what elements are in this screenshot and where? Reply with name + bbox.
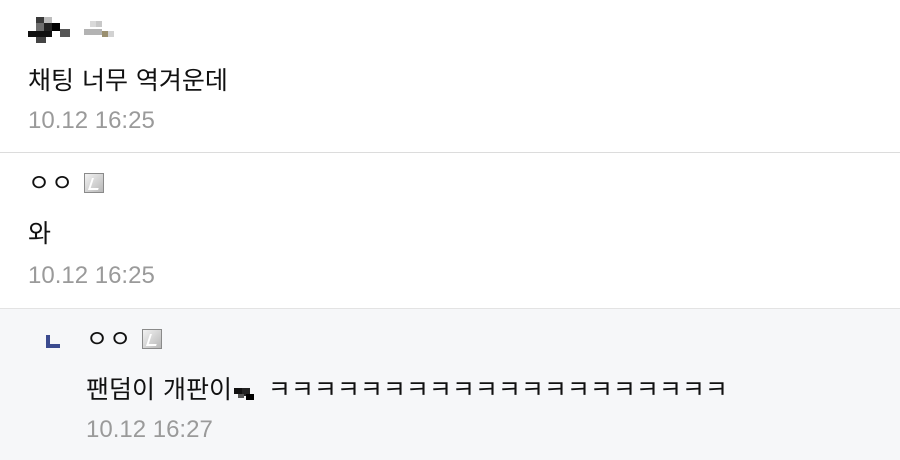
comment-timestamp: 10.12 16:25 bbox=[28, 107, 155, 134]
comment-2: ㅇㅇ 와 10.12 16:25 bbox=[0, 153, 900, 309]
fixed-nick-badge-icon bbox=[142, 329, 163, 349]
reply-author[interactable]: ㅇㅇ bbox=[86, 323, 163, 355]
reply-timestamp: 10.12 16:27 bbox=[86, 416, 213, 443]
reply-author-name[interactable]: ㅇㅇ bbox=[86, 323, 132, 355]
reply-text-after: ㅋㅋㅋㅋㅋㅋㅋㅋㅋㅋㅋㅋㅋㅋㅋㅋㅋㅋㅋㅋ bbox=[267, 375, 728, 404]
reply-arrow-icon bbox=[46, 335, 60, 348]
reply-text: 팬덤이 개판이 ㅋㅋㅋㅋㅋㅋㅋㅋㅋㅋㅋㅋㅋㅋㅋㅋㅋㅋㅋㅋ bbox=[86, 373, 728, 407]
comment-author-name[interactable]: ㅇㅇ bbox=[28, 167, 74, 199]
censored-emoji-icon bbox=[233, 388, 254, 400]
fixed-nick-badge-icon bbox=[84, 173, 105, 193]
reply-comment: ㅇㅇ 팬덤이 개판이 ㅋㅋㅋㅋㅋㅋㅋㅋㅋㅋㅋㅋㅋㅋㅋㅋㅋㅋㅋㅋ 10.12 16… bbox=[0, 309, 900, 460]
comment-text: 와 bbox=[28, 219, 52, 248]
comment-author[interactable]: ㅇㅇ bbox=[28, 167, 105, 199]
pixelated-name-icon bbox=[84, 21, 114, 37]
reply-text-before: 팬덤이 개판이 bbox=[86, 375, 232, 404]
comment-text: 채팅 너무 역겨운데 bbox=[28, 66, 228, 95]
comment-1: 채팅 너무 역겨운데 10.12 16:25 bbox=[0, 0, 900, 153]
comment-author[interactable] bbox=[28, 14, 126, 46]
pixelated-avatar-icon bbox=[28, 17, 70, 43]
comment-timestamp: 10.12 16:25 bbox=[28, 262, 155, 289]
